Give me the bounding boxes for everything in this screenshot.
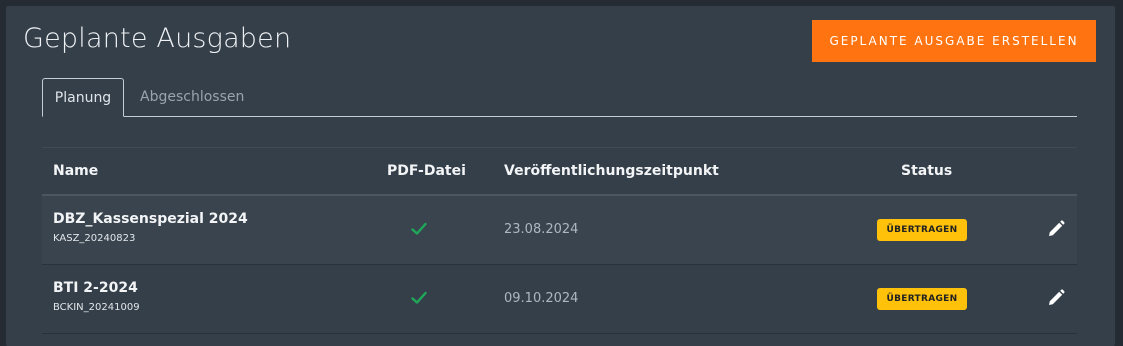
column-header-name[interactable]: Name xyxy=(53,148,98,194)
issue-name: DBZ_Kassenspezial 2024 xyxy=(53,211,248,227)
check-icon xyxy=(411,222,427,235)
check-icon xyxy=(411,291,427,304)
table-row[interactable]: DBZ_Kassenspezial 2024 KASZ_20240823 23.… xyxy=(42,196,1077,265)
column-header-pdf[interactable]: PDF-Datei xyxy=(387,148,466,194)
tab-planung[interactable]: Planung xyxy=(42,78,124,117)
status-badge: ÜBERTRAGEN xyxy=(877,288,967,310)
create-planned-issue-button[interactable]: GEPLANTE AUSGABE ERSTELLEN xyxy=(812,20,1096,62)
pencil-icon[interactable] xyxy=(1047,289,1065,307)
page-title: Geplante Ausgaben xyxy=(23,23,292,54)
tab-bar: Planung Abgeschlossen xyxy=(42,78,1077,117)
table-header: Name PDF-Datei Veröffentlichungszeitpunk… xyxy=(42,147,1077,196)
issue-name: BTI 2-2024 xyxy=(53,280,138,296)
issue-code: KASZ_20240823 xyxy=(53,233,136,244)
planned-issues-table: Name PDF-Datei Veröffentlichungszeitpunk… xyxy=(42,147,1077,334)
planned-issues-panel: Geplante Ausgaben GEPLANTE AUSGABE ERSTE… xyxy=(6,6,1115,346)
column-header-published[interactable]: Veröffentlichungszeitpunkt xyxy=(504,148,719,194)
publish-date: 09.10.2024 xyxy=(504,291,579,306)
issue-name-cell: DBZ_Kassenspezial 2024 KASZ_20240823 xyxy=(53,210,248,246)
status-badge: ÜBERTRAGEN xyxy=(877,219,967,241)
tab-abgeschlossen[interactable]: Abgeschlossen xyxy=(140,78,244,116)
issue-name-cell: BTI 2-2024 BCKIN_20241009 xyxy=(53,279,140,315)
publish-date: 23.08.2024 xyxy=(504,222,579,237)
pencil-icon[interactable] xyxy=(1047,220,1065,238)
column-header-status[interactable]: Status xyxy=(901,148,952,194)
issue-code: BCKIN_20241009 xyxy=(53,302,140,313)
table-row[interactable]: BTI 2-2024 BCKIN_20241009 09.10.2024 ÜBE… xyxy=(42,265,1077,334)
